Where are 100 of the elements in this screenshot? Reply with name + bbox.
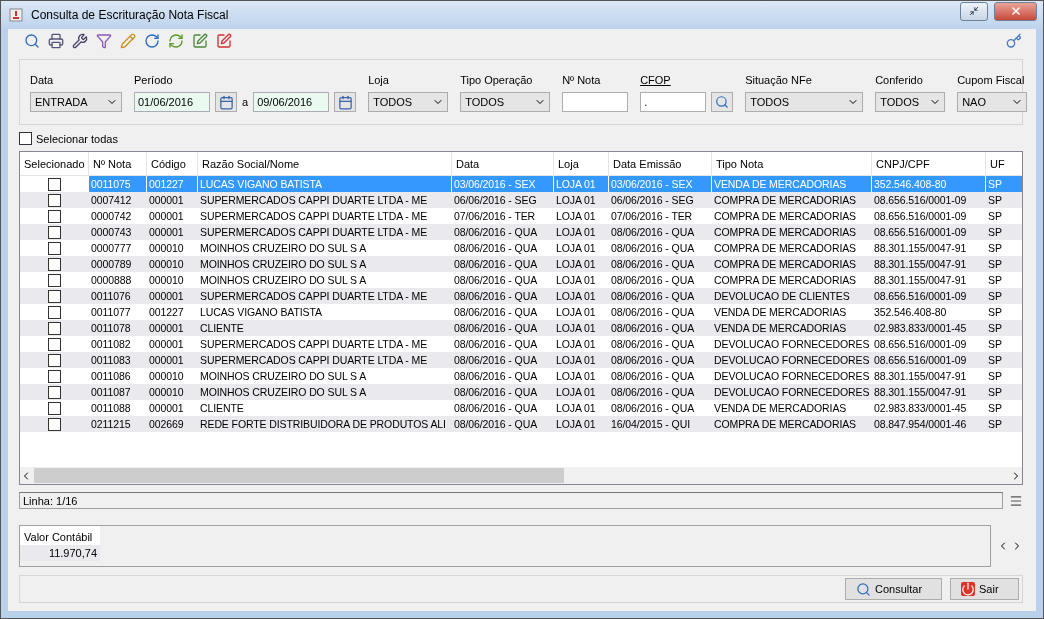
table-cell: 08.847.954/0001-46: [872, 416, 986, 432]
edit-icon[interactable]: [215, 32, 233, 50]
exit-button[interactable]: Sair: [950, 578, 1019, 600]
table-cell: 08/06/2016 - QUA: [452, 352, 554, 368]
table-cell: LOJA 01: [554, 320, 609, 336]
filter-icon[interactable]: [95, 32, 113, 50]
menu-icon[interactable]: [1009, 493, 1023, 508]
table-cell: 03/06/2016 - SEX: [609, 176, 712, 192]
table-cell: 16/04/2015 - QUI: [609, 416, 712, 432]
table-cell: 002669: [147, 416, 198, 432]
search-icon: [715, 95, 730, 109]
checkbox[interactable]: [47, 209, 61, 223]
table-cell: COMPRA DE MERCADORIAS: [712, 224, 872, 240]
scrollbar-thumb[interactable]: [34, 468, 564, 483]
table-cell: SP: [986, 288, 1022, 304]
table-cell: 08/06/2016 - QUA: [609, 256, 712, 272]
dropdown[interactable]: TODOS: [460, 92, 551, 112]
table-cell: COMPRA DE MERCADORIAS: [712, 256, 872, 272]
dropdown[interactable]: TODOS: [875, 92, 946, 112]
input-field[interactable]: [562, 92, 629, 112]
table-cell: 08/06/2016 - QUA: [609, 384, 712, 400]
calendar-button[interactable]: [334, 92, 357, 112]
checkbox[interactable]: [47, 321, 61, 335]
calendar-button[interactable]: [215, 92, 237, 112]
table-cell: 000010: [147, 384, 198, 400]
table-cell: 08/06/2016 - QUA: [452, 416, 554, 432]
checkbox[interactable]: [47, 385, 61, 399]
table-cell: COMPRA DE MERCADORIAS: [712, 192, 872, 208]
table-cell: 352.546.408-80: [872, 176, 986, 192]
table-cell: 08/06/2016 - QUA: [452, 256, 554, 272]
wrench-icon[interactable]: [71, 32, 89, 50]
key-icon[interactable]: [1005, 32, 1023, 50]
table-cell: SUPERMERCADOS CAPPI DUARTE LTDA - ME: [198, 224, 452, 240]
checkbox[interactable]: [47, 369, 61, 383]
date-field[interactable]: 09/06/2016: [253, 92, 330, 112]
search-button[interactable]: Consultar: [845, 578, 942, 600]
checkbox[interactable]: [19, 132, 32, 145]
table-cell: REDE FORTE DISTRIBUIDORA DE PRODUTOS ALI: [198, 416, 452, 432]
field-label: Nº Nota: [562, 74, 602, 86]
checkbox[interactable]: [47, 337, 61, 351]
refresh-icon[interactable]: [167, 32, 185, 50]
table-cell: SP: [986, 320, 1022, 336]
restore-icon: [969, 6, 979, 16]
table-cell: 000001: [147, 352, 198, 368]
checkbox[interactable]: [47, 401, 61, 415]
table-cell: 06/06/2016 - SEG: [452, 192, 554, 208]
table-cell: 08/06/2016 - QUA: [452, 384, 554, 400]
table-cell: 08.656.516/0001-09: [872, 352, 986, 368]
checkbox[interactable]: [47, 417, 61, 431]
field-label[interactable]: CFOP: [640, 74, 734, 86]
dropdown[interactable]: NAO: [957, 92, 1028, 112]
range-separator: a: [242, 96, 249, 108]
printer-icon[interactable]: [47, 32, 65, 50]
checkbox[interactable]: [47, 353, 61, 367]
table-cell: 0011083: [89, 352, 147, 368]
table-cell: CLIENTE: [198, 320, 452, 336]
field-label: Período: [134, 74, 174, 86]
table-cell: 000001: [147, 192, 198, 208]
rotate-icon[interactable]: [143, 32, 161, 50]
table-cell: 88.301.155/0047-91: [872, 256, 986, 272]
table-cell: 0000789: [89, 256, 147, 272]
restore-button[interactable]: [960, 1, 988, 21]
table-cell: SUPERMERCADOS CAPPI DUARTE LTDA - ME: [198, 352, 452, 368]
table-cell: SP: [986, 256, 1022, 272]
table-cell: LOJA 01: [554, 416, 609, 432]
checkbox[interactable]: [47, 273, 61, 287]
table-cell: 001227: [147, 176, 198, 192]
table-cell: 000001: [147, 288, 198, 304]
close-icon: [1009, 5, 1022, 17]
table-cell: SP: [986, 384, 1022, 400]
table-cell: 08/06/2016 - QUA: [609, 352, 712, 368]
table-cell: LOJA 01: [554, 256, 609, 272]
checkbox[interactable]: [47, 257, 61, 271]
dropdown[interactable]: ENTRADA: [30, 92, 122, 112]
status-text: Linha: 1/16: [19, 492, 1003, 509]
dropdown[interactable]: TODOS: [745, 92, 864, 112]
table-cell: SP: [986, 176, 1022, 192]
checkbox[interactable]: [47, 241, 61, 255]
date-field[interactable]: 01/06/2016: [134, 92, 210, 112]
edit-icon[interactable]: [191, 32, 209, 50]
checkbox[interactable]: [47, 289, 61, 303]
table-cell: 08.656.516/0001-09: [872, 288, 986, 304]
search-button[interactable]: [711, 92, 734, 112]
field-label: Conferido: [875, 74, 924, 86]
checkbox-label: Selecionar todas: [36, 132, 118, 145]
field-label: Data: [30, 74, 55, 86]
table-cell: LOJA 01: [554, 176, 609, 192]
table-cell: DEVOLUCAO DE CLIENTES: [712, 288, 872, 304]
table-cell: 08.656.516/0001-09: [872, 192, 986, 208]
dropdown[interactable]: TODOS: [368, 92, 449, 112]
table-cell: 08/06/2016 - QUA: [609, 288, 712, 304]
checkbox[interactable]: [47, 305, 61, 319]
input-field[interactable]: .: [640, 92, 707, 112]
checkbox[interactable]: [47, 225, 61, 239]
checkbox[interactable]: [47, 177, 61, 191]
table-cell: LOJA 01: [554, 352, 609, 368]
search-icon[interactable]: [23, 32, 41, 50]
checkbox[interactable]: [47, 193, 61, 207]
close-button[interactable]: [994, 1, 1037, 21]
table-cell: 88.301.155/0047-91: [872, 384, 986, 400]
